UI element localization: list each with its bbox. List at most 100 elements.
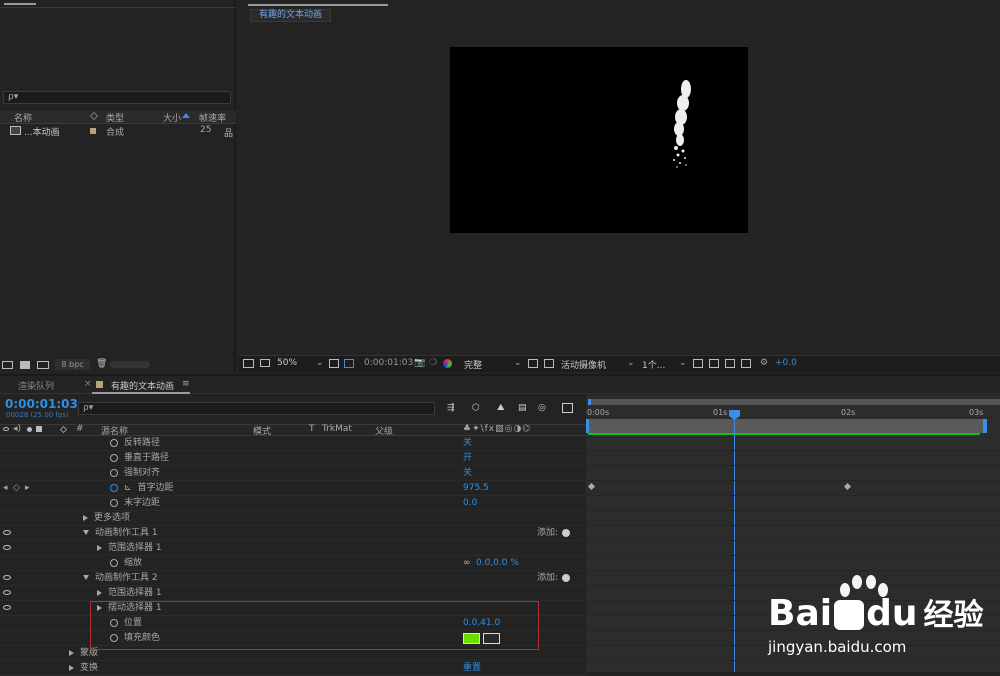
stopwatch-icon[interactable] [110,453,118,462]
property-value[interactable]: 关 [463,466,472,480]
prev-keyframe-icon[interactable]: ◂ [3,481,8,495]
expand-arrow-icon[interactable] [69,664,74,671]
resolution-select[interactable]: 完整 [464,358,482,371]
new-composition-icon[interactable] [37,361,49,369]
panel-menu-icon[interactable]: ≡ [182,379,190,389]
property-row[interactable]: ◂ ◇ ▸ ⊾ 首字边距 975.5 [0,481,586,496]
visibility-eye-icon[interactable] [3,575,11,580]
resolution-grid-icon[interactable] [329,359,339,368]
stopwatch-icon[interactable] [110,498,118,507]
transparency-grid-icon[interactable] [528,359,538,368]
project-search-input[interactable]: ρ▾ [3,91,231,104]
shy-layers-icon[interactable]: ⛰ [497,403,505,413]
navigator-start-handle[interactable] [588,399,591,405]
reset-transform-link[interactable]: 重置 [463,661,481,675]
add-menu-icon[interactable] [562,574,570,582]
add-animator-label[interactable]: 添加: [537,571,558,585]
property-group-row[interactable]: 范围选择器 1 [0,541,586,556]
interpret-footage-icon[interactable] [2,361,13,369]
property-value[interactable]: 开 [463,451,472,465]
add-menu-icon[interactable] [562,529,570,537]
expand-arrow-icon[interactable] [97,544,102,551]
toggle-pixel-aspect-icon[interactable] [693,359,703,368]
new-folder-icon[interactable] [20,361,30,369]
color-channels-icon[interactable] [443,359,452,368]
monitor-icon[interactable] [260,359,270,367]
solo-switch-icon[interactable] [27,427,32,432]
column-name[interactable]: 名称 [14,111,32,124]
property-row[interactable]: 缩放 ∞ 0.0,0.0 % [0,556,586,571]
render-queue-tab[interactable]: 渲染队列 [18,379,54,392]
stopwatch-icon[interactable] [110,558,118,567]
property-value[interactable]: 975.5 [463,481,489,495]
collapse-arrow-icon[interactable] [83,530,89,535]
property-value[interactable]: 0.0 [463,496,477,510]
expand-arrow-icon[interactable] [69,649,74,656]
property-row[interactable]: 反转路径 关 [0,436,586,451]
comp-mini-flowchart-icon[interactable]: ⇶ [447,403,455,413]
graph-icon[interactable]: ⊾ [124,483,132,493]
lock-switch-icon[interactable] [36,426,42,432]
viewer-timecode[interactable]: 0:00:01:03 [364,358,413,368]
keyframe-diamond[interactable] [843,482,852,491]
time-navigator-bar[interactable] [588,399,1000,405]
property-row[interactable]: 强制对齐 关 [0,466,586,481]
add-keyframe-icon[interactable]: ◇ [13,481,20,495]
constrain-proportions-icon[interactable]: ∞ [463,556,471,570]
composition-canvas[interactable] [450,47,748,233]
property-group-row[interactable]: 动画制作工具 1 添加: [0,526,586,541]
property-group-row[interactable]: 更多选项 [0,511,586,526]
visibility-eye-icon[interactable] [3,590,11,595]
region-of-interest-icon[interactable] [344,359,354,368]
work-area-start[interactable] [586,419,589,433]
timeline-search-input[interactable]: ρ▾ [78,402,435,415]
work-area-bar[interactable] [586,419,987,433]
stopwatch-icon[interactable] [110,438,118,447]
expand-arrow-icon[interactable] [97,589,102,596]
snapshot-toggle-icon[interactable] [243,359,254,368]
collapse-arrow-icon[interactable] [83,575,89,580]
show-snapshot-icon[interactable]: ❍ [429,358,437,368]
trash-icon[interactable]: 🗑 [96,359,107,369]
timeline-timecode[interactable]: 0:00:01:03 [5,397,78,411]
project-item[interactable]: ...本动画 合成 25 品 [0,125,236,139]
add-animator-label[interactable]: 添加: [537,526,558,540]
viewer-comp-tab[interactable]: 有趣的文本动画 [250,9,332,22]
timeline-icon[interactable] [725,359,735,368]
property-value[interactable]: 关 [463,436,472,450]
flowchart-viewer-icon[interactable] [741,359,751,368]
thumbnail-size-slider[interactable] [110,361,150,368]
video-switch-icon[interactable] [3,427,9,431]
close-tab-icon[interactable]: × [84,379,92,389]
mask-visibility-icon[interactable] [544,359,554,368]
expand-arrow-icon[interactable] [83,514,88,521]
column-fps[interactable]: 帧速率 [199,111,226,124]
viewer-tab-strip[interactable] [248,0,388,6]
camera-dropdown-icon[interactable]: ⌄ [627,358,635,368]
fast-preview-icon[interactable] [709,359,719,368]
views-select[interactable]: 1个... [642,358,665,371]
property-row[interactable]: 垂直于路径 开 [0,451,586,466]
stopwatch-icon[interactable] [110,468,118,477]
zoom-select[interactable]: 50% [277,358,297,368]
motion-blur-icon[interactable]: ◎ [538,403,546,413]
property-group-row[interactable]: 动画制作工具 2 添加: [0,571,586,586]
views-dropdown-icon[interactable]: ⌄ [679,358,687,368]
column-size[interactable]: 大小 [163,111,181,124]
frame-blending-icon[interactable]: ▤ [518,403,527,413]
audio-switch-icon[interactable]: ◂) [13,424,21,434]
property-group-row[interactable]: 范围选择器 1 [0,586,586,601]
camera-snapshot-icon[interactable]: 📷 [414,358,425,368]
visibility-eye-icon[interactable] [3,530,11,535]
reset-exposure-icon[interactable]: ⚙ [760,358,768,368]
visibility-eye-icon[interactable] [3,545,11,550]
exposure-value[interactable]: +0.0 [775,358,797,368]
comp-timeline-tab[interactable]: 有趣的文本动画 [111,379,174,392]
keyframe-diamond[interactable] [587,482,596,491]
layer-duration-bar[interactable] [588,433,980,435]
camera-select[interactable]: 活动摄像机 [561,358,606,371]
column-type[interactable]: 类型 [106,111,124,124]
property-value[interactable]: 0.0,0.0 % [476,556,519,570]
visibility-eye-icon[interactable] [3,605,11,610]
work-area-end[interactable] [983,419,987,433]
